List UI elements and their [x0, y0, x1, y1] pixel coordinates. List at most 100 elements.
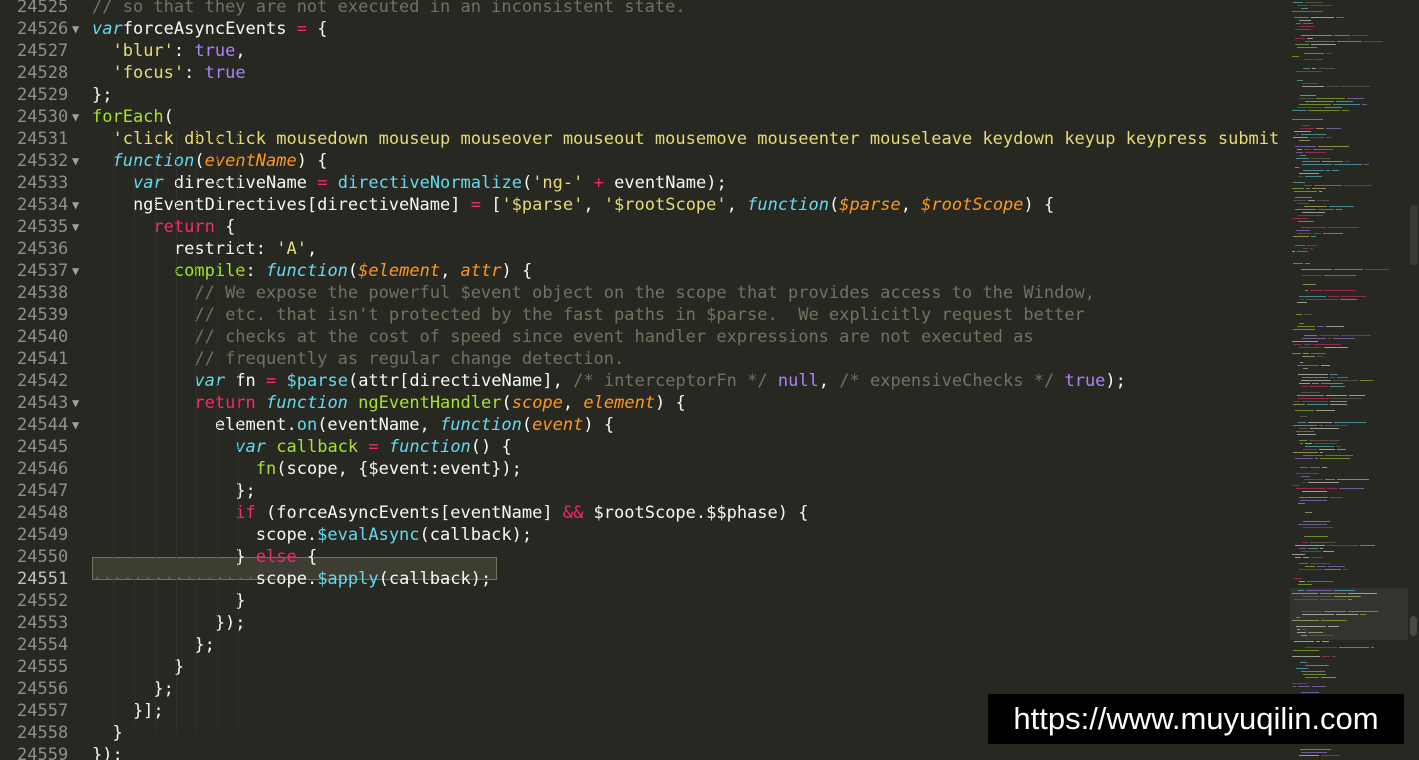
minimap-line — [1307, 38, 1313, 39]
fold-arrow-icon[interactable]: ▼ — [72, 18, 79, 40]
minimap-line — [1293, 329, 1315, 330]
code-line[interactable]: ················scope.$apply(callback); — [92, 568, 491, 590]
minimap-line — [1306, 188, 1310, 189]
code-line[interactable]: }; — [92, 84, 112, 106]
code-line[interactable]: forEach( — [92, 106, 174, 128]
minimap-line — [1310, 542, 1336, 543]
minimap-line — [1296, 314, 1302, 315]
minimap-line — [1326, 86, 1339, 87]
code-line[interactable]: // frequently as regular change detectio… — [92, 348, 624, 370]
code-line[interactable]: compile: function($element, attr) { — [92, 260, 532, 282]
minimap-line — [1299, 581, 1305, 582]
code-line[interactable]: restrict: 'A', — [92, 238, 317, 260]
code-editor[interactable]: 24525 24526 ▼ 24527 24528 24529 24530 ▼ 24531 245… — [0, 0, 1290, 760]
line-number: 24558 — [17, 723, 69, 743]
gutter-line: 24532 ▼ — [0, 150, 90, 172]
minimap-line — [1302, 338, 1326, 339]
code-line[interactable]: }; — [92, 678, 173, 700]
code-line[interactable]: // checks at the cost of speed since eve… — [92, 326, 1033, 348]
minimap-line — [1316, 410, 1335, 411]
minimap-line — [1360, 614, 1366, 615]
minimap-line — [1294, 17, 1309, 18]
code-line[interactable]: var fn = $parse(attr[directiveName], /* … — [92, 370, 1126, 392]
minimap-line — [1293, 137, 1308, 138]
code-token: $element — [358, 261, 441, 281]
code-line[interactable]: var directiveName = directiveNormalize('… — [92, 172, 727, 194]
code-line[interactable]: element.on(eventName, function(event) { — [92, 414, 614, 436]
minimap-line — [1292, 119, 1323, 120]
fold-arrow-icon[interactable]: ▼ — [72, 106, 79, 128]
minimap-line — [1305, 665, 1329, 666]
code-line[interactable]: // so that they are not executed in an i… — [92, 0, 686, 18]
code-line[interactable]: scope.$evalAsync(callback); — [92, 524, 532, 546]
code-line[interactable]: }]; — [92, 700, 164, 722]
minimap[interactable] — [1290, 0, 1408, 760]
minimap-line — [1307, 245, 1317, 246]
minimap-line — [1305, 263, 1310, 264]
minimap-line — [1301, 134, 1326, 135]
code-token: function — [440, 415, 522, 435]
minimap-line — [1298, 686, 1310, 687]
minimap-line — [1328, 338, 1331, 339]
code-line[interactable]: } — [92, 722, 122, 744]
fold-arrow-icon[interactable]: ▼ — [72, 216, 79, 238]
code-line[interactable]: }); — [92, 744, 123, 760]
code-line[interactable]: return function ngEventHandler(scope, el… — [92, 392, 685, 414]
code-line[interactable]: function(eventName) { — [92, 150, 327, 172]
minimap-line — [1297, 233, 1311, 234]
code-line[interactable]: } — [92, 590, 245, 612]
minimap-line — [1310, 386, 1328, 387]
minimap-line — [1293, 200, 1306, 201]
minimap-line — [1315, 458, 1318, 459]
code-line[interactable]: // We expose the powerful $event object … — [92, 282, 1095, 304]
fold-arrow-icon[interactable]: ▼ — [72, 260, 79, 282]
minimap-line — [1293, 425, 1317, 426]
vertical-scrollbar[interactable] — [1408, 0, 1419, 760]
code-line[interactable]: }; — [92, 480, 255, 502]
minimap-line — [1316, 98, 1345, 99]
code-token: scope — [511, 393, 563, 413]
code-token: ( — [521, 173, 533, 193]
minimap-line — [1365, 269, 1389, 270]
minimap-line — [1303, 248, 1308, 249]
gutter-line: 24552 — [0, 590, 90, 612]
code-line[interactable]: // etc. that isn't protected by the fast… — [92, 304, 1084, 326]
gutter-line: 24535 ▼ — [0, 216, 90, 238]
minimap-line — [1303, 527, 1333, 528]
fold-arrow-icon[interactable]: ▼ — [72, 194, 79, 216]
gutter-line: 24531 — [0, 128, 90, 150]
code-line[interactable]: }); — [92, 612, 246, 634]
code-line[interactable]: } else { — [92, 546, 317, 568]
minimap-line — [1362, 104, 1367, 105]
minimap-line — [1333, 338, 1355, 339]
gutter-line: 24530 ▼ — [0, 106, 90, 128]
code-token: }); — [92, 745, 123, 760]
fold-arrow-icon[interactable]: ▼ — [72, 414, 79, 436]
code-line[interactable]: varforceAsyncEvents = { — [92, 18, 327, 40]
code-token: ) { — [583, 415, 615, 435]
minimap-line — [1317, 356, 1323, 357]
minimap-line — [1320, 458, 1350, 459]
minimap-line — [1296, 488, 1325, 489]
minimap-line — [1299, 173, 1319, 174]
code-area[interactable]: // so that they are not executed in an i… — [92, 0, 1288, 760]
minimap-line — [1303, 368, 1308, 369]
code-line[interactable]: } — [92, 656, 184, 678]
code-line[interactable]: 'click dblclick mousedown mouseup mouseo… — [92, 128, 1279, 150]
fold-arrow-icon[interactable]: ▼ — [72, 392, 79, 414]
code-line[interactable]: 'blur': true, — [92, 40, 245, 62]
code-line[interactable]: ngEventDirectives[directiveName] = ['$pa… — [92, 194, 1054, 216]
minimap-line — [1296, 71, 1322, 72]
line-number: 24551 — [17, 569, 69, 589]
minimap-line — [1364, 41, 1383, 42]
minimap-line — [1293, 263, 1303, 264]
code-line[interactable]: if (forceAsyncEvents[eventName] && $root… — [92, 502, 808, 524]
minimap-line — [1323, 551, 1334, 552]
code-token: , — [562, 393, 584, 413]
fold-arrow-icon[interactable]: ▼ — [72, 150, 79, 172]
minimap-line — [1334, 269, 1363, 270]
minimap-line — [1299, 755, 1319, 756]
line-number: 24547 — [17, 481, 69, 501]
scrollbar-thumb[interactable] — [1410, 616, 1417, 636]
code-line[interactable]: 'focus': true — [92, 62, 245, 84]
